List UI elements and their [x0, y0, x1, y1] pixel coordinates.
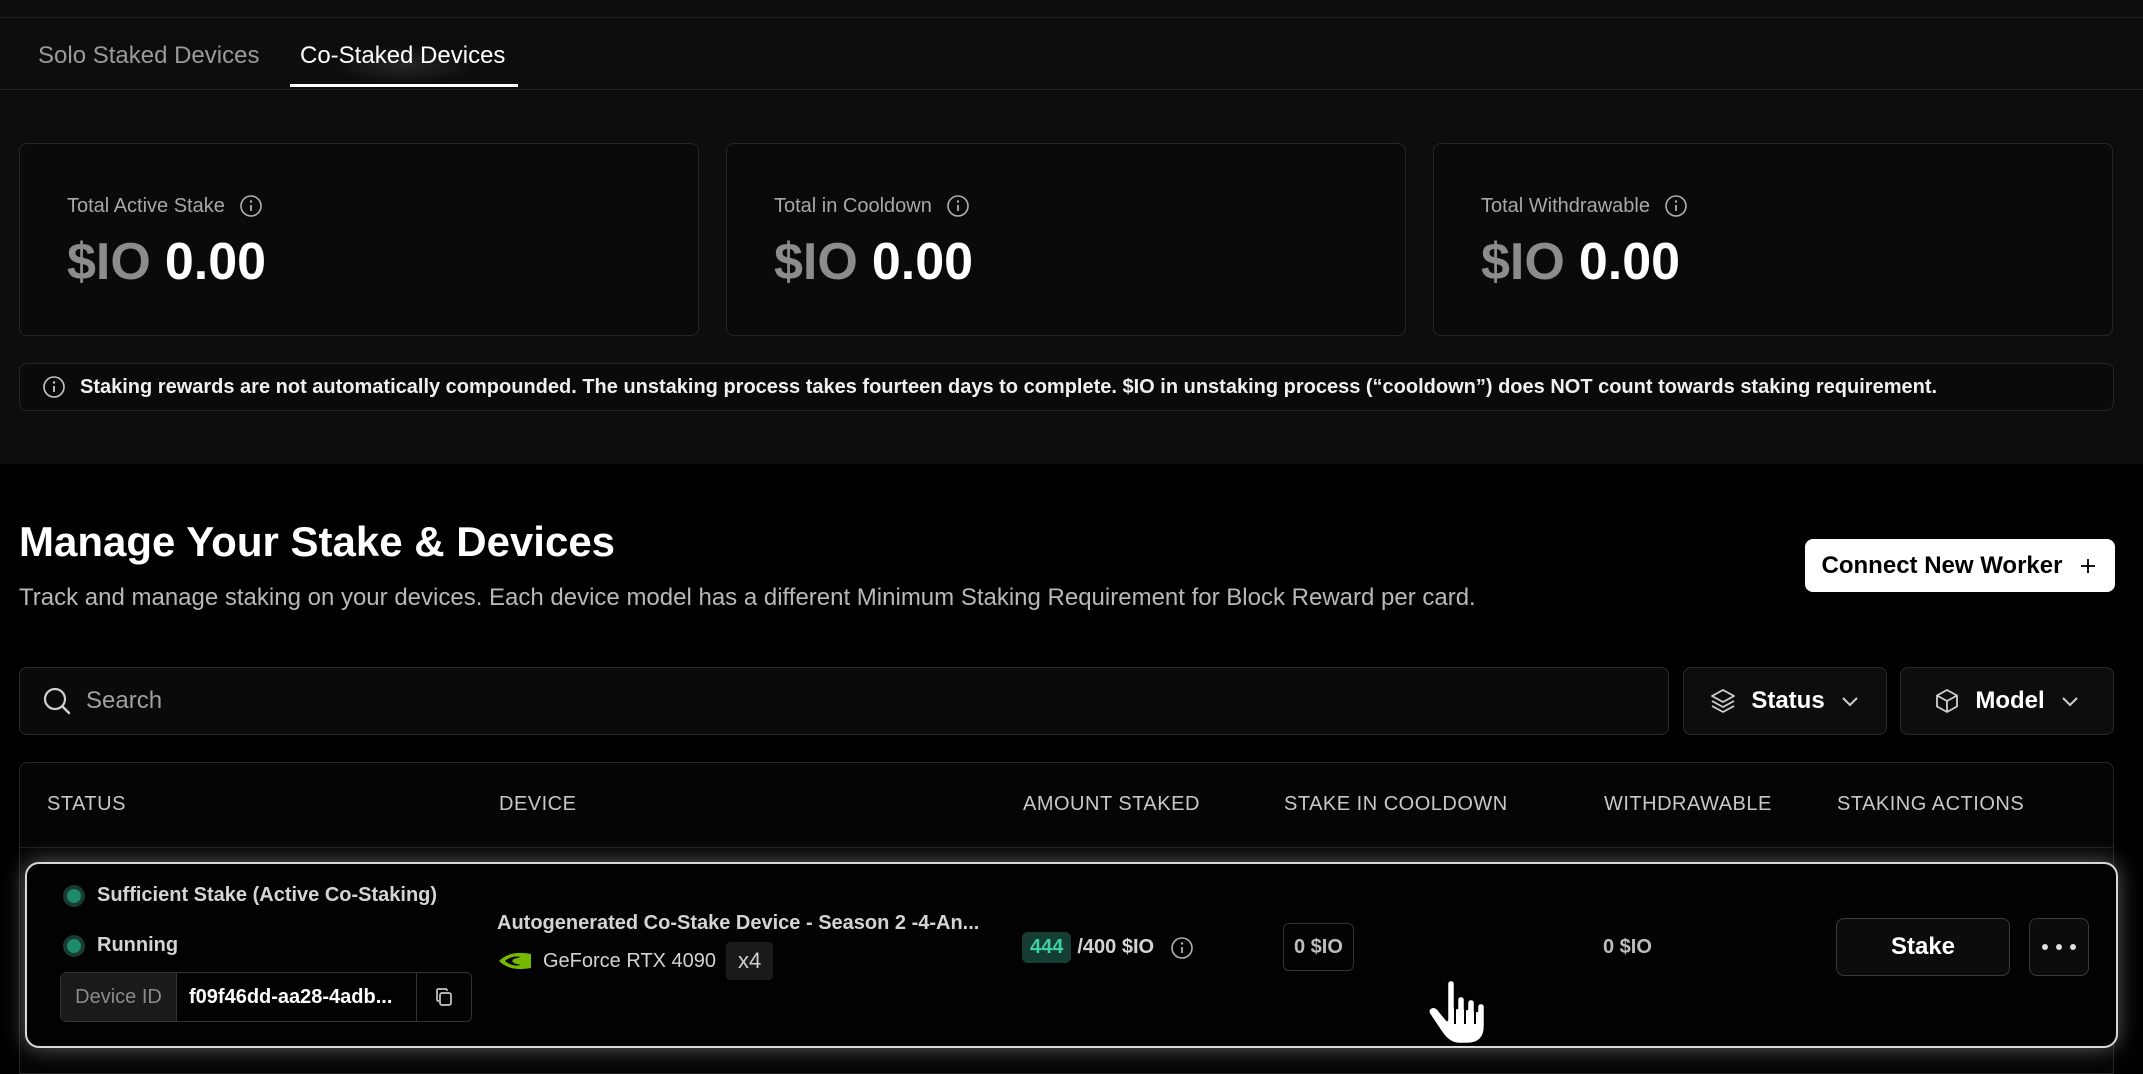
copy-icon — [436, 988, 452, 1006]
currency-label: $IO — [67, 233, 151, 291]
column-header-amount-staked[interactable]: AMOUNT STAKED — [1023, 793, 1200, 816]
amount-value: 0.00 — [164, 233, 267, 291]
table-row[interactable]: Sufficient Stake (Active Co-Staking) Run… — [25, 862, 2118, 1048]
amount-required: /400 $IO — [1077, 936, 1155, 958]
hand-cursor-icon — [1426, 978, 1487, 1046]
device-id-value: f09f46dd-aa28-4adb... — [177, 973, 417, 1021]
info-icon — [43, 376, 65, 398]
device-id-label: Device ID — [61, 973, 177, 1021]
status-filter-label: Status — [1751, 687, 1825, 714]
card-label: Total Active Stake — [67, 194, 225, 217]
status-dot-icon — [67, 938, 81, 953]
search-bar — [19, 667, 1669, 735]
connect-new-worker-button[interactable]: Connect New Worker — [1805, 539, 2115, 592]
info-icon[interactable] — [946, 194, 970, 218]
total-in-cooldown-card: Total in Cooldown $IO 0.00 — [726, 143, 1406, 336]
model-filter-dropdown[interactable]: Model — [1900, 667, 2114, 735]
info-icon[interactable] — [239, 194, 263, 218]
more-dots-icon — [2042, 944, 2076, 950]
amount-staked-badge: 444 — [1022, 932, 1072, 963]
search-input[interactable] — [86, 687, 1586, 715]
plus-icon — [2081, 558, 2096, 573]
column-header-device[interactable]: DEVICE — [499, 793, 576, 816]
stake-in-cooldown-value: 0 $IO — [1283, 923, 1354, 971]
more-actions-button[interactable] — [2029, 918, 2089, 976]
gpu-info: GeForce RTX 4090 x4 — [497, 942, 774, 980]
withdrawable-value: 0 $IO — [1603, 936, 1652, 958]
device-tabs: Solo Staked Devices Co-Staked Devices — [0, 18, 2143, 90]
card-label-row: Total Withdrawable — [1481, 194, 1688, 218]
device-id-field: Device ID f09f46dd-aa28-4adb... — [60, 972, 472, 1022]
device-name[interactable]: Autogenerated Co-Stake Device - Season 2… — [497, 912, 979, 935]
gpu-count-badge: x4 — [726, 942, 774, 980]
status-secondary-text: Running — [97, 934, 179, 956]
tab-solo-staked-devices[interactable]: Solo Staked Devices — [38, 42, 259, 70]
amount-staked: 444 /400 $IO — [1022, 932, 1194, 963]
chevron-down-icon — [2061, 697, 2078, 707]
staking-notice: Staking rewards are not automatically co… — [19, 363, 2114, 411]
card-value: $IO 0.00 — [774, 232, 973, 292]
connect-button-label: Connect New Worker — [1821, 551, 2063, 579]
currency-label: $IO — [1481, 233, 1565, 291]
info-icon[interactable] — [1170, 936, 1194, 960]
status-primary-line: Sufficient Stake (Active Co-Staking) — [67, 884, 437, 907]
card-label-row: Total Active Stake — [67, 194, 263, 218]
column-header-stake-in-cooldown[interactable]: STAKE IN COOLDOWN — [1284, 793, 1508, 816]
status-primary-text: Sufficient Stake (Active Co-Staking) — [97, 884, 438, 906]
amount-value: 0.00 — [1578, 233, 1681, 291]
status-dot-icon — [67, 888, 81, 903]
section-subtitle: Track and manage staking on your devices… — [19, 584, 1476, 611]
card-value: $IO 0.00 — [1481, 232, 1680, 292]
status-secondary-line: Running — [67, 934, 178, 957]
notice-text: Staking rewards are not automatically co… — [80, 375, 1938, 398]
card-label: Total Withdrawable — [1481, 194, 1650, 217]
currency-label: $IO — [774, 233, 858, 291]
search-icon — [43, 687, 71, 715]
status-filter-dropdown[interactable]: Status — [1683, 667, 1887, 735]
table-header-divider — [20, 847, 2113, 848]
card-label: Total in Cooldown — [774, 194, 932, 217]
model-filter-label: Model — [1975, 687, 2045, 714]
layers-icon — [1711, 689, 1736, 713]
card-label-row: Total in Cooldown — [774, 194, 970, 218]
column-header-staking-actions[interactable]: STAKING ACTIONS — [1837, 793, 2024, 816]
stake-button[interactable]: Stake — [1836, 918, 2010, 976]
tab-co-staked-devices[interactable]: Co-Staked Devices — [300, 42, 505, 70]
total-withdrawable-card: Total Withdrawable $IO 0.00 — [1433, 143, 2113, 336]
card-value: $IO 0.00 — [67, 232, 266, 292]
section-title: Manage Your Stake & Devices — [19, 518, 616, 565]
total-active-stake-card: Total Active Stake $IO 0.00 — [19, 143, 699, 336]
column-header-status[interactable]: STATUS — [47, 793, 126, 816]
column-header-withdrawable[interactable]: WITHDRAWABLE — [1604, 793, 1772, 816]
nvidia-logo-icon — [499, 952, 531, 970]
amount-value: 0.00 — [871, 233, 974, 291]
copy-device-id-button[interactable] — [417, 973, 471, 1021]
active-tab-underline — [290, 84, 518, 87]
info-icon[interactable] — [1664, 194, 1688, 218]
cube-icon — [1936, 689, 1959, 713]
chevron-down-icon — [1841, 697, 1858, 707]
gpu-model: GeForce RTX 4090 — [543, 949, 717, 972]
